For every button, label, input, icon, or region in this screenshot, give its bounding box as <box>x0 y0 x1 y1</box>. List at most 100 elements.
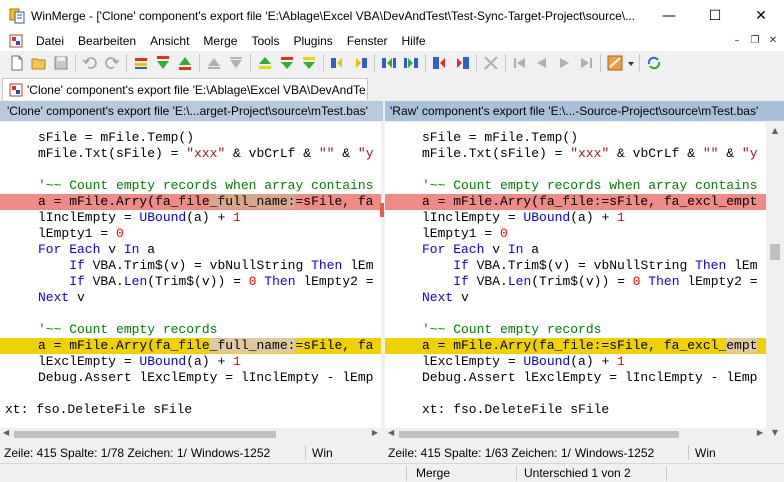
menu-hilfe[interactable]: Hilfe <box>395 31 433 51</box>
last-diff-icon[interactable] <box>225 53 247 73</box>
line-indicator: Zeile: 415 <box>388 445 441 460</box>
right-editor-pane[interactable]: sFile = mFile.Temp() mFile.Txt(sFile) = … <box>385 122 766 428</box>
new-file-icon[interactable] <box>6 53 28 73</box>
vertical-scrollbar[interactable]: ▲ ▼ <box>766 122 784 440</box>
options-dropdown-icon[interactable] <box>626 53 636 73</box>
redo-icon[interactable] <box>101 53 123 73</box>
toolbar-separator <box>639 54 640 72</box>
column-indicator: Spalte: 1/78 <box>60 445 125 460</box>
diff-marker <box>380 203 384 217</box>
document-menu-icon[interactable] <box>9 34 23 48</box>
toolbar-separator <box>425 54 426 72</box>
first-conflict-icon[interactable] <box>254 53 276 73</box>
menu-datei[interactable]: Datei <box>29 31 71 51</box>
encoding-indicator[interactable]: Windows-1252 <box>191 446 270 460</box>
right-pane-status: Zeile: 415 Spalte: 1/63 Zeichen: 1/ Wind… <box>385 443 784 462</box>
code-line: Next v <box>38 290 85 305</box>
next-diff-icon[interactable] <box>152 53 174 73</box>
mdi-close-button[interactable]: ✕ <box>766 33 780 47</box>
next-file-icon[interactable] <box>553 53 575 73</box>
mdi-restore-button[interactable]: ❐ <box>748 33 762 47</box>
right-horizontal-scrollbar[interactable]: ◀ ▶ <box>385 428 766 440</box>
close-button[interactable]: ✕ <box>738 0 784 31</box>
code-line: lEmpty1 = 0 <box>422 226 508 241</box>
scroll-up-icon[interactable]: ▲ <box>766 122 784 138</box>
copy-left-advance-icon[interactable] <box>400 53 422 73</box>
window-title: WinMerge - ['Clone' component's export f… <box>31 8 636 23</box>
open-folder-icon[interactable] <box>28 53 50 73</box>
moved-line[interactable]: a = mFile.Arry(fa_file:=sFile, fa_excl_e… <box>385 338 766 354</box>
code-line: mFile.Txt(sFile) = "xxx" & vbCrLf & "" &… <box>38 146 374 161</box>
menu-tools[interactable]: Tools <box>244 31 286 51</box>
code-line: sFile = mFile.Temp() <box>38 130 195 145</box>
eol-indicator[interactable]: Win <box>312 446 333 460</box>
vertical-scroll-thumb[interactable] <box>770 244 780 260</box>
mdi-minimize-button[interactable]: – <box>730 33 744 47</box>
left-horizontal-scroll-thumb[interactable] <box>14 431 276 438</box>
all-conflicts-icon[interactable] <box>298 53 320 73</box>
copy-left-icon[interactable] <box>349 53 371 73</box>
scroll-left-icon[interactable]: ◀ <box>3 428 9 437</box>
menu-merge[interactable]: Merge <box>196 31 244 51</box>
tab-compare-document[interactable]: 'Clone' component's export file 'E:\Abla… <box>2 78 368 100</box>
copy-all-right-icon[interactable] <box>429 53 451 73</box>
save-icon[interactable] <box>50 53 72 73</box>
menu-ansicht[interactable]: Ansicht <box>143 31 196 51</box>
code-line: If VBA.Trim$(v) = vbNullString Then lEm <box>453 258 758 273</box>
minimize-button[interactable]: — <box>646 0 692 31</box>
copy-right-advance-icon[interactable] <box>378 53 400 73</box>
left-file-header[interactable]: 'Clone' component's export file 'E:\...a… <box>0 101 383 121</box>
diff-line[interactable]: a = mFile.Arry(fa_file:=sFile, fa_excl_e… <box>385 194 766 210</box>
encoding-indicator[interactable]: Windows-1252 <box>575 446 654 460</box>
right-file-header[interactable]: 'Raw' component's export file 'E:\...-So… <box>385 101 784 121</box>
merge-mode-icon[interactable] <box>480 53 502 73</box>
scroll-right-icon[interactable]: ▶ <box>757 428 763 437</box>
code-line: Debug.Assert lExclEmpty = lInclEmpty - l… <box>422 370 758 385</box>
scroll-right-icon[interactable]: ▶ <box>372 428 378 437</box>
copy-right-icon[interactable] <box>327 53 349 73</box>
left-horizontal-scrollbar[interactable]: ◀ ▶ <box>0 428 381 440</box>
winmerge-app-icon[interactable] <box>9 8 25 24</box>
first-file-icon[interactable] <box>509 53 531 73</box>
toolbar-separator <box>126 54 127 72</box>
first-diff-icon[interactable] <box>203 53 225 73</box>
toolbar-separator <box>323 54 324 72</box>
char-indicator: Zeichen: 1/ <box>127 445 187 460</box>
code-line: Debug.Assert lExclEmpty = lInclEmpty - l… <box>38 370 374 385</box>
text-compare-icon <box>9 83 23 97</box>
prev-diff-icon[interactable] <box>174 53 196 73</box>
prev-file-icon[interactable] <box>531 53 553 73</box>
tab-label: 'Clone' component's export file 'E:\Abla… <box>27 82 368 97</box>
diff-line[interactable]: a = mFile.Arry(fa_file_full_name:=sFile,… <box>0 194 381 210</box>
left-editor-pane[interactable]: sFile = mFile.Temp() mFile.Txt(sFile) = … <box>0 122 381 428</box>
code-line: mFile.Txt(sFile) = "xxx" & vbCrLf & "" &… <box>422 146 758 161</box>
right-horizontal-scroll-thumb[interactable] <box>399 431 679 438</box>
code-line: lExclEmpty = UBound(a) + 1 <box>422 354 625 369</box>
moved-line[interactable]: a = mFile.Arry(fa_file_full_name:=sFile,… <box>0 338 381 354</box>
code-line: '~~ Count empty records when array conta… <box>422 178 758 193</box>
refresh-icon[interactable] <box>643 53 665 73</box>
menu-plugins[interactable]: Plugins <box>286 31 339 51</box>
maximize-button[interactable]: ☐ <box>692 0 738 31</box>
last-file-icon[interactable] <box>575 53 597 73</box>
menu-fenster[interactable]: Fenster <box>340 31 395 51</box>
options-icon[interactable] <box>604 53 626 73</box>
menu-bearbeiten[interactable]: Bearbeiten <box>71 31 143 51</box>
next-conflict-icon[interactable] <box>276 53 298 73</box>
toolbar-separator <box>250 54 251 72</box>
scroll-down-icon[interactable]: ▼ <box>766 424 784 440</box>
status-separator <box>688 445 689 460</box>
scroll-left-icon[interactable]: ◀ <box>388 428 394 437</box>
toolbar-separator <box>75 54 76 72</box>
current-diff-icon[interactable] <box>130 53 152 73</box>
tab-bar: 'Clone' component's export file 'E:\Abla… <box>0 76 784 100</box>
code-line: lEmpty1 = 0 <box>38 226 124 241</box>
code-line: If VBA.Len(Trim$(v)) = 0 Then lEmpty2 = <box>453 274 758 289</box>
eol-indicator[interactable]: Win <box>695 446 716 460</box>
code-line: For Each v In a <box>422 242 540 257</box>
copy-all-left-icon[interactable] <box>451 53 473 73</box>
undo-icon[interactable] <box>79 53 101 73</box>
